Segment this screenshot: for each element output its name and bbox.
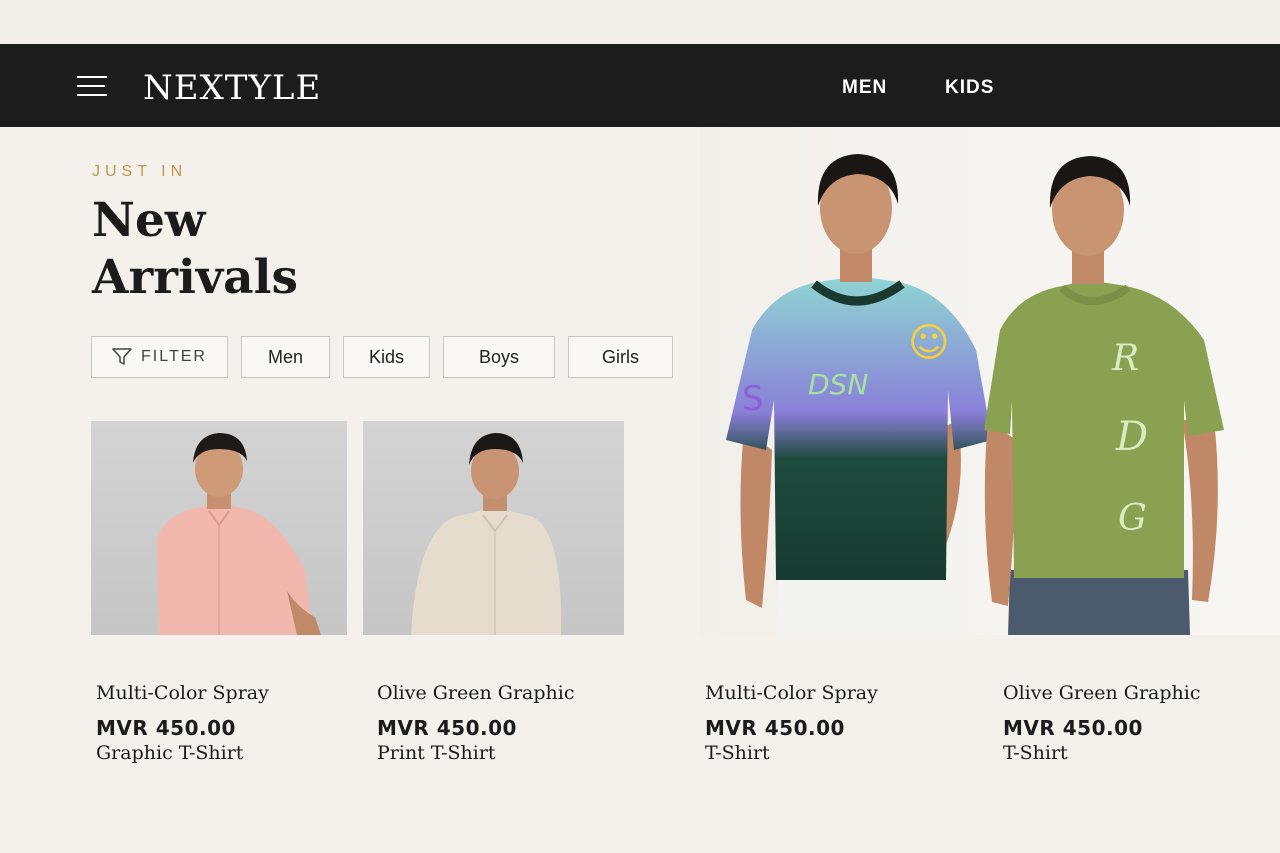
product-image-1[interactable]: [91, 421, 347, 635]
svg-text:G: G: [1118, 498, 1147, 539]
section-eyebrow: JUST IN: [92, 163, 188, 180]
filter-chip-men[interactable]: Men: [241, 336, 330, 378]
svg-text:DSN: DSN: [808, 368, 868, 401]
nav-link-men[interactable]: MEN: [842, 77, 887, 99]
filter-chip-girls[interactable]: Girls: [568, 336, 673, 378]
hamburger-menu-icon[interactable]: [77, 76, 107, 98]
svg-text:R: R: [1111, 338, 1139, 379]
product-title-line: Multi-Color Spray: [96, 682, 269, 704]
product-price-3: MVR 450.00: [705, 716, 845, 740]
page-title-line2: Arrivals: [92, 250, 298, 305]
product-title-line: Multi-Color Spray: [705, 682, 878, 704]
product-title-line: Print T-Shirt: [377, 742, 496, 764]
filter-chip-boys[interactable]: Boys: [443, 336, 555, 378]
svg-text:S: S: [742, 379, 764, 419]
product-price-1: MVR 450.00: [96, 716, 236, 740]
product-price-4: MVR 450.00: [1003, 716, 1143, 740]
brand-logo[interactable]: NEXTYLE: [143, 68, 321, 108]
top-navbar: NEXTYLE MEN KIDS: [0, 44, 1280, 127]
page-title: New Arrivals: [92, 192, 412, 306]
svg-text:☺: ☺: [908, 320, 950, 366]
product-price-2: MVR 450.00: [377, 716, 517, 740]
model-multicolor-tee-photo[interactable]: ☺ DSN S: [722, 150, 997, 635]
filter-label: FILTER: [141, 348, 207, 365]
page-title-line1: New: [92, 193, 206, 248]
model-linen-shirt-photo: [411, 433, 562, 635]
product-title-line: Olive Green Graphic: [377, 682, 575, 704]
product-title-line: T-Shirt: [1003, 742, 1068, 764]
product-title-line: Graphic T-Shirt: [96, 742, 244, 764]
product-title-line: T-Shirt: [705, 742, 770, 764]
svg-text:D: D: [1115, 414, 1148, 460]
product-title-line: Olive Green Graphic: [1003, 682, 1201, 704]
funnel-icon: [112, 348, 132, 365]
model-olive-tee-photo[interactable]: R D G: [978, 150, 1228, 635]
model-pink-shirt-photo: [157, 433, 321, 635]
top-strip: [0, 0, 1280, 44]
product-image-2[interactable]: [363, 421, 624, 635]
filter-button[interactable]: FILTER: [91, 336, 228, 378]
filter-chip-kids[interactable]: Kids: [343, 336, 430, 378]
nav-link-kids[interactable]: KIDS: [945, 77, 994, 99]
